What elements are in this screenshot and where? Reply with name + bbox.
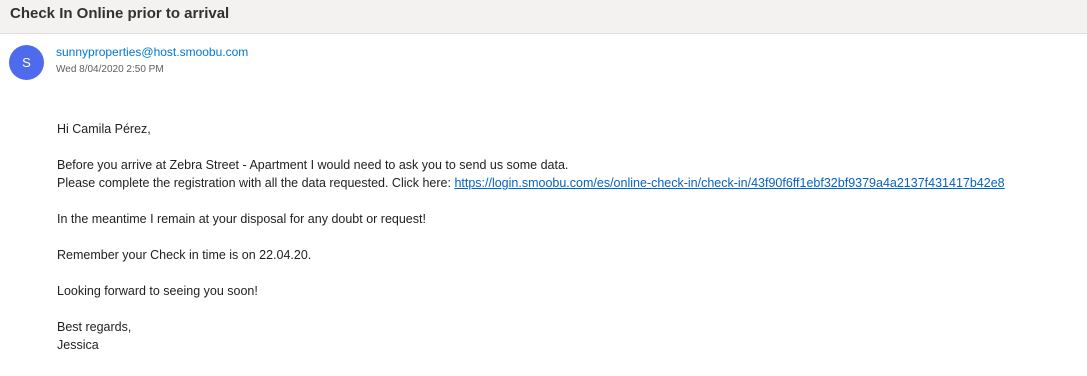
greeting: Hi Camila Pérez, <box>57 122 151 136</box>
email-header: Check In Online prior to arrival <box>0 0 1087 34</box>
signature: Jessica <box>57 338 99 352</box>
email-body: Hi Camila Pérez, Before you arrive at Ze… <box>57 120 1005 354</box>
body-line-registration: Please complete the registration with al… <box>57 174 1005 192</box>
closing: Best regards, <box>57 320 132 334</box>
email-date: Wed 8/04/2020 2:50 PM <box>56 64 164 75</box>
body-line-checkin-time: Remember your Check in time is on 22.04.… <box>57 248 312 262</box>
sender-address[interactable]: sunnyproperties@host.smoobu.com <box>56 45 248 59</box>
check-in-link[interactable]: https://login.smoobu.com/es/online-check… <box>454 176 1004 190</box>
body-line-meantime: In the meantime I remain at your disposa… <box>57 212 426 226</box>
body-line-looking-forward: Looking forward to seeing you soon! <box>57 284 258 298</box>
sender-avatar[interactable]: S <box>9 45 44 80</box>
body-line-arrival: Before you arrive at Zebra Street - Apar… <box>57 158 569 172</box>
email-subject: Check In Online prior to arrival <box>10 5 230 22</box>
registration-text: Please complete the registration with al… <box>57 176 455 190</box>
